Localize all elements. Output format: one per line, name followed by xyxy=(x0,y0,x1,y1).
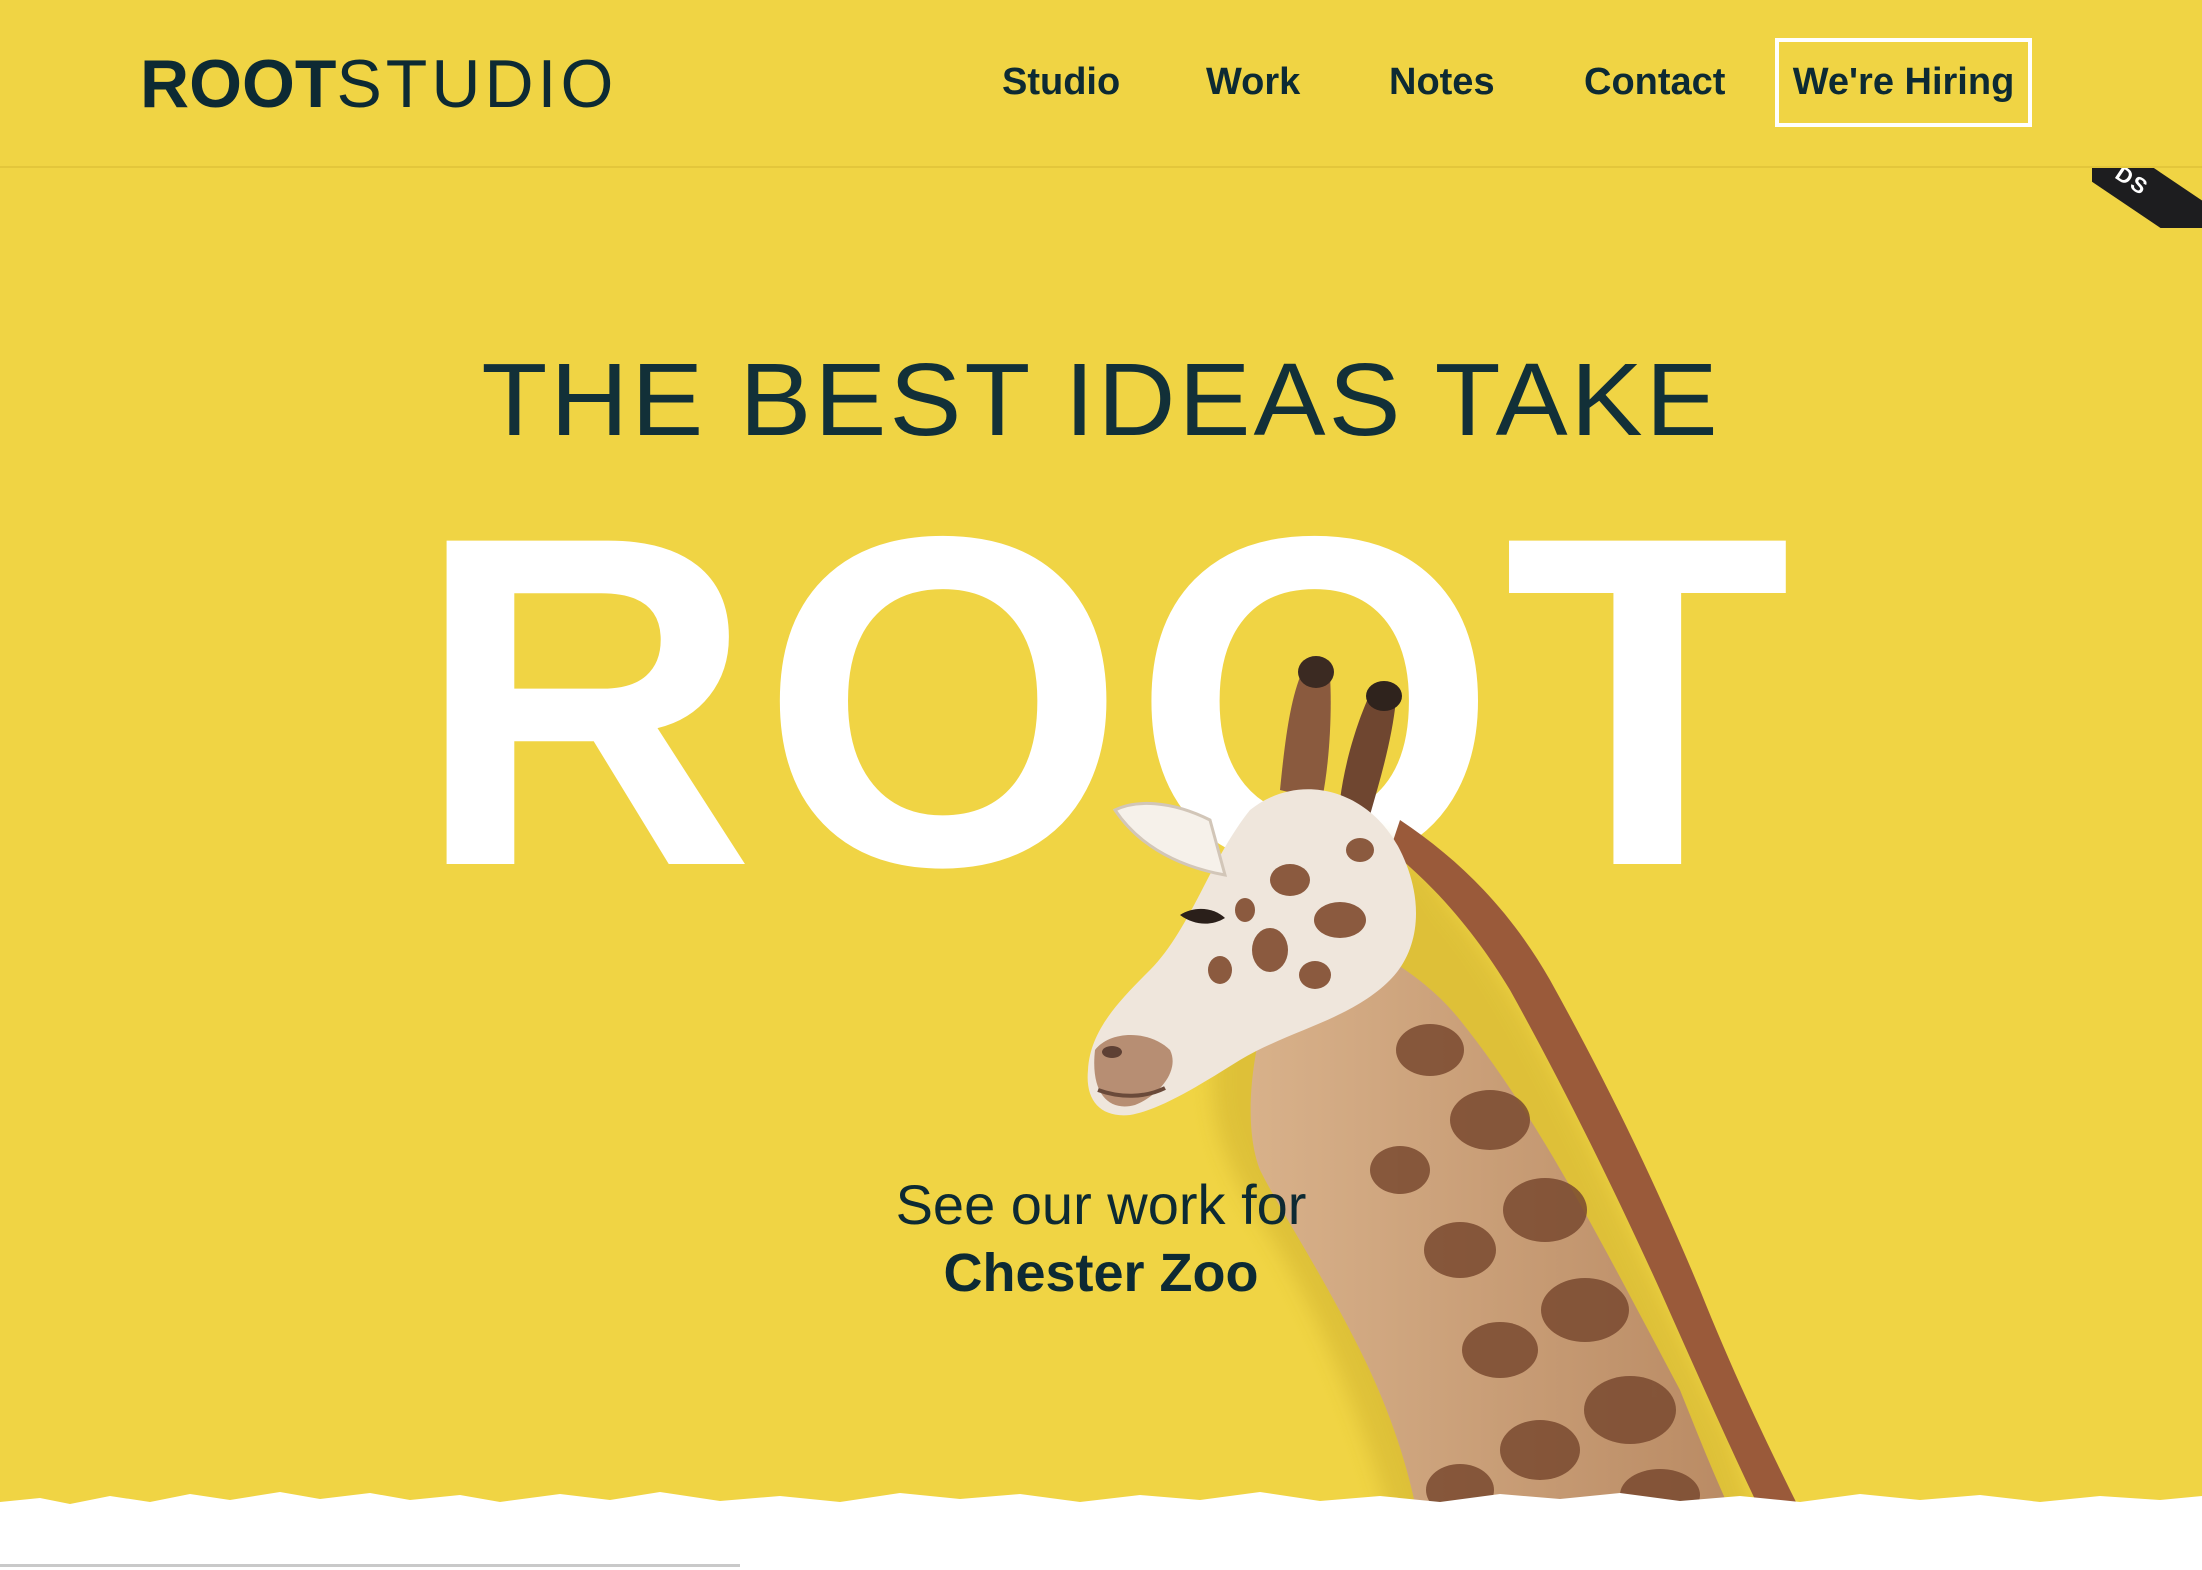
scroll-indicator xyxy=(0,1564,740,1567)
cta-intro-text: See our work for xyxy=(895,1173,1307,1236)
page: ROOTSTUDIO Studio Work Notes Contact We'… xyxy=(0,0,2202,1570)
logo-bold-text: ROOT xyxy=(140,46,337,122)
giraffe-illustration xyxy=(1087,656,1810,1530)
nav-link-notes[interactable]: Notes xyxy=(1389,60,1495,104)
hiring-button[interactable]: We're Hiring xyxy=(1775,38,2032,127)
hero-cta[interactable]: See our work for Chester Zoo xyxy=(0,1172,2202,1308)
site-header: ROOTSTUDIO Studio Work Notes Contact We'… xyxy=(0,0,2202,168)
corner-ribbon-text: DS xyxy=(2092,168,2202,228)
corner-ribbon[interactable]: DS xyxy=(2092,168,2202,228)
logo-light-text: STUDIO xyxy=(336,46,618,122)
nav-link-studio[interactable]: Studio xyxy=(1002,60,1120,104)
nav-link-contact[interactable]: Contact xyxy=(1584,60,1725,104)
logo[interactable]: ROOTSTUDIO xyxy=(140,44,617,124)
torn-paper-edge xyxy=(0,1492,2202,1570)
nav-link-work[interactable]: Work xyxy=(1206,60,1300,104)
cta-client-link[interactable]: Chester Zoo xyxy=(0,1238,2202,1308)
